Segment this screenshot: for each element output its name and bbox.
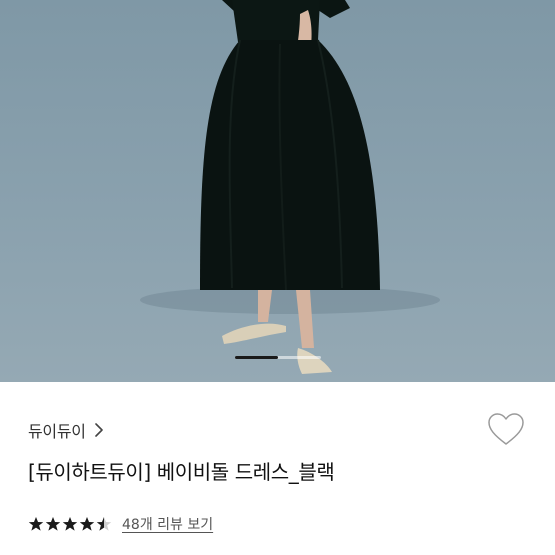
brand-name: 듀이듀이: [28, 422, 86, 441]
review-link[interactable]: 48개 리뷰 보기: [122, 514, 213, 534]
product-title: [듀이하트듀이] 베이비돌 드레스_블랙: [28, 460, 335, 484]
chevron-right-icon: [94, 423, 103, 437]
gallery-pager: [235, 356, 321, 359]
dress-photo: [140, 0, 440, 374]
star-icon: [62, 517, 78, 531]
star-icon: [96, 517, 112, 531]
heart-outline-icon: [488, 413, 524, 445]
star-rating: [28, 516, 112, 532]
gallery-pager-active: [235, 356, 278, 359]
star-icon: [28, 517, 44, 531]
rating-row: 48개 리뷰 보기: [28, 513, 213, 535]
star-icon: [45, 517, 61, 531]
brand-link[interactable]: 듀이듀이: [28, 418, 104, 442]
product-image[interactable]: [0, 0, 555, 382]
star-icon: [79, 517, 95, 531]
wishlist-button[interactable]: [486, 410, 526, 450]
